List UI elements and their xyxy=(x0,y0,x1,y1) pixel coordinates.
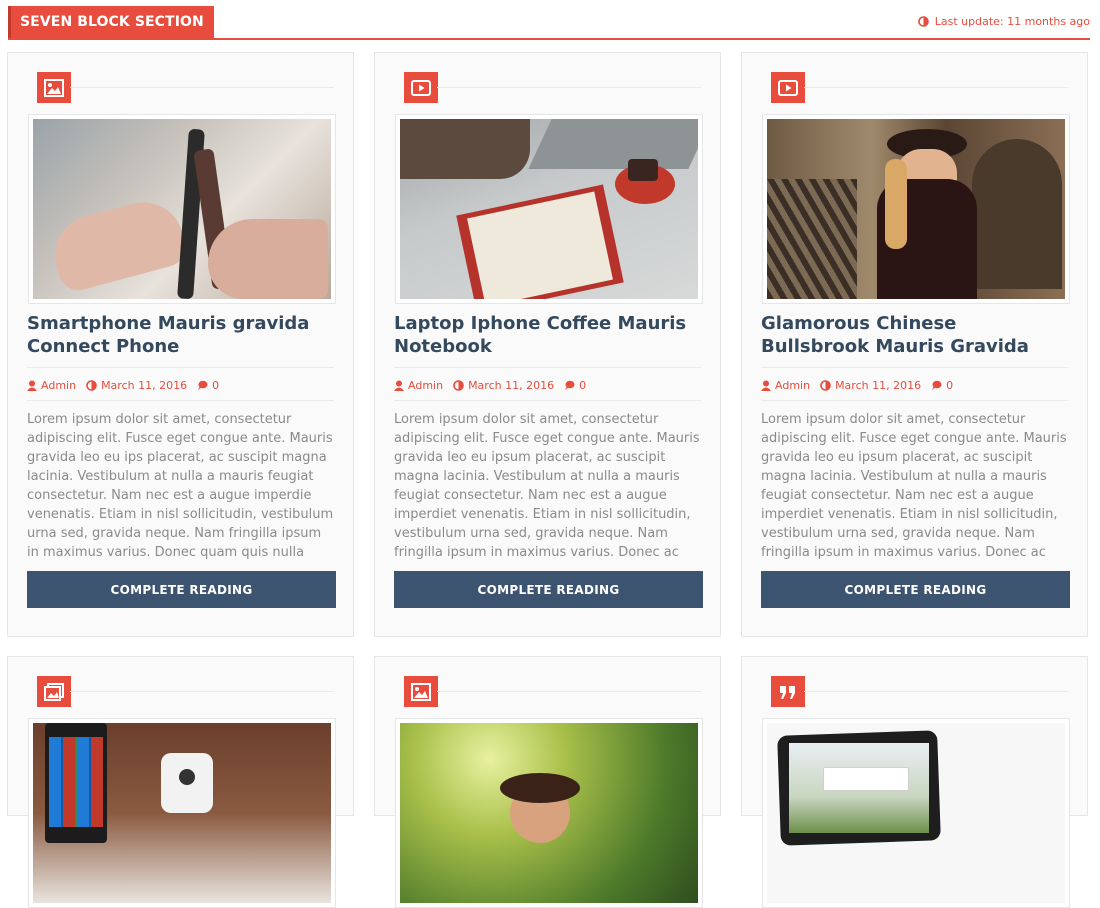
divider xyxy=(27,367,334,368)
post-meta: Admin March 11, 2016 0 xyxy=(394,378,586,392)
section-header: SEVEN BLOCK SECTION Last update: 11 mont… xyxy=(8,6,1090,40)
comment-icon xyxy=(565,380,575,390)
image-icon[interactable] xyxy=(404,676,438,707)
post-meta: Admin March 11, 2016 0 xyxy=(27,378,219,392)
section-title: SEVEN BLOCK SECTION xyxy=(8,6,214,38)
post-thumbnail[interactable] xyxy=(28,718,336,908)
comment-count[interactable]: 0 xyxy=(579,379,586,392)
comment-count[interactable]: 0 xyxy=(946,379,953,392)
complete-reading-button[interactable]: COMPLETE READING xyxy=(27,571,336,608)
comment-icon xyxy=(932,380,942,390)
post-card: Glamorous Chinese Bullsbrook Mauris Grav… xyxy=(741,52,1088,637)
post-author[interactable]: Admin xyxy=(775,379,810,392)
post-excerpt: Lorem ipsum dolor sit amet, consectetur … xyxy=(394,412,700,560)
last-update: Last update: 11 months ago xyxy=(917,15,1090,28)
post-title[interactable]: Smartphone Mauris gravida Connect Phone xyxy=(27,312,336,358)
video-icon[interactable] xyxy=(771,72,805,103)
divider xyxy=(394,367,701,368)
post-title[interactable]: Laptop Iphone Coffee Mauris Notebook xyxy=(394,312,703,358)
divider xyxy=(437,691,701,692)
clock-icon xyxy=(917,16,929,27)
divider xyxy=(761,367,1068,368)
post-meta: Admin March 11, 2016 0 xyxy=(761,378,953,392)
user-icon xyxy=(761,380,771,391)
comment-icon xyxy=(198,380,208,390)
comment-count[interactable]: 0 xyxy=(212,379,219,392)
post-card xyxy=(741,656,1088,908)
last-update-text: Last update: 11 months ago xyxy=(934,15,1090,28)
post-thumbnail[interactable] xyxy=(28,114,336,304)
divider xyxy=(804,691,1068,692)
clock-icon xyxy=(86,379,97,391)
divider xyxy=(70,87,334,88)
divider xyxy=(437,87,701,88)
post-thumbnail[interactable] xyxy=(395,718,703,908)
post-author[interactable]: Admin xyxy=(408,379,443,392)
image-icon[interactable] xyxy=(37,72,71,103)
divider xyxy=(804,87,1068,88)
clock-icon xyxy=(453,379,464,391)
video-icon[interactable] xyxy=(404,72,438,103)
user-icon xyxy=(27,380,37,391)
post-thumbnail[interactable] xyxy=(395,114,703,304)
post-excerpt: Lorem ipsum dolor sit amet, consectetur … xyxy=(761,412,1067,560)
post-card xyxy=(7,656,354,908)
divider xyxy=(761,400,1068,401)
divider xyxy=(70,691,334,692)
post-title[interactable]: Glamorous Chinese Bullsbrook Mauris Grav… xyxy=(761,312,1070,358)
divider xyxy=(394,400,701,401)
complete-reading-button[interactable]: COMPLETE READING xyxy=(761,571,1070,608)
quote-icon[interactable] xyxy=(771,676,805,707)
post-excerpt: Lorem ipsum dolor sit amet, consectetur … xyxy=(27,412,334,560)
post-card: Smartphone Mauris gravida Connect Phone … xyxy=(7,52,354,637)
post-card xyxy=(374,656,721,908)
divider xyxy=(27,400,334,401)
post-date[interactable]: March 11, 2016 xyxy=(101,379,187,392)
post-date[interactable]: March 11, 2016 xyxy=(835,379,921,392)
post-author[interactable]: Admin xyxy=(41,379,76,392)
gallery-icon[interactable] xyxy=(37,676,71,707)
section-divider xyxy=(8,38,1090,40)
complete-reading-button[interactable]: COMPLETE READING xyxy=(394,571,703,608)
clock-icon xyxy=(820,379,831,391)
post-thumbnail[interactable] xyxy=(762,718,1070,908)
post-card: Laptop Iphone Coffee Mauris Notebook Adm… xyxy=(374,52,721,637)
post-thumbnail[interactable] xyxy=(762,114,1070,304)
user-icon xyxy=(394,380,404,391)
post-date[interactable]: March 11, 2016 xyxy=(468,379,554,392)
